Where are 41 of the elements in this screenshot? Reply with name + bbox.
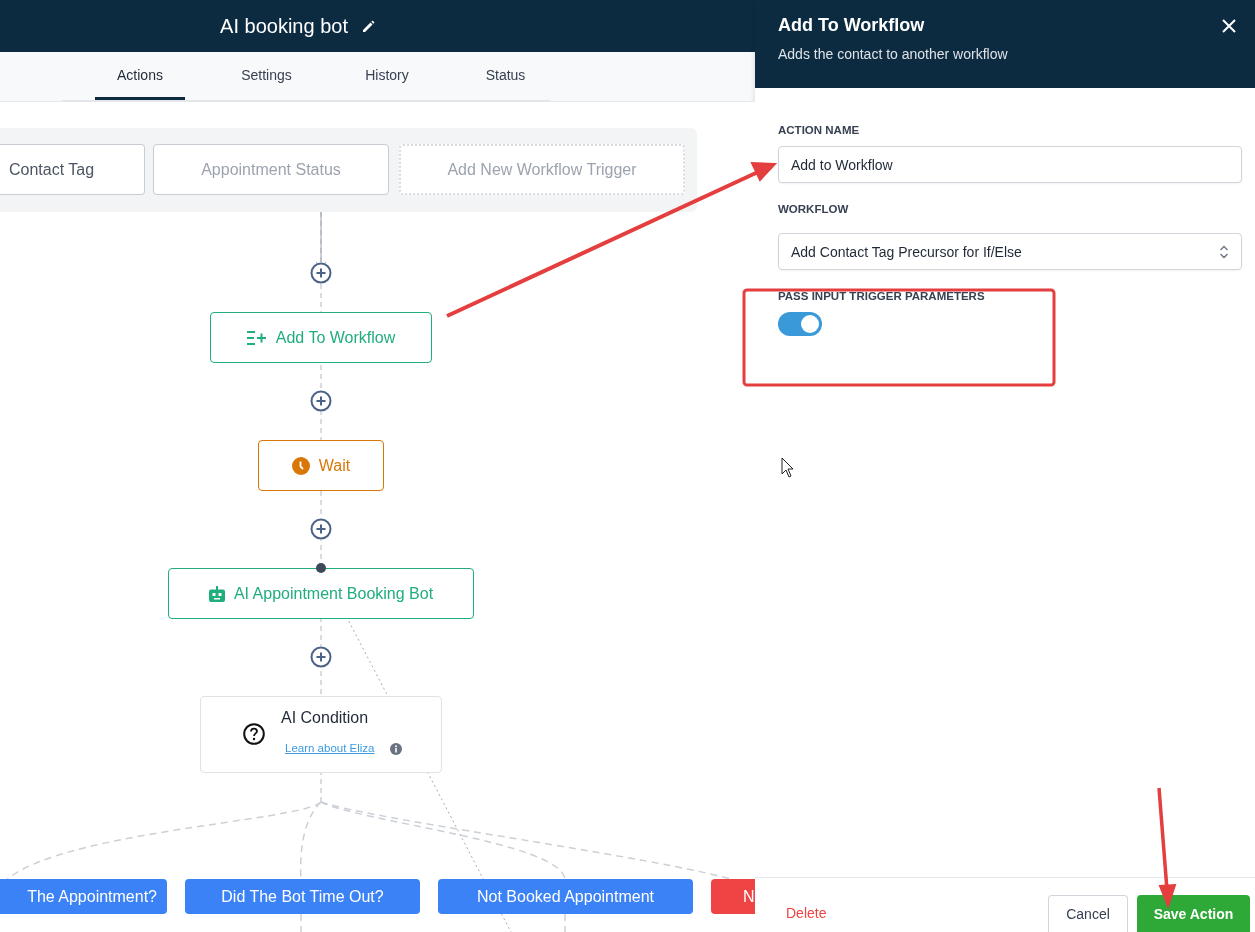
trigger-card[interactable]: Contact Tag — [0, 144, 145, 195]
robot-icon — [208, 585, 225, 602]
cursor-icon — [781, 457, 794, 478]
trigger-card[interactable]: Appointment Status — [153, 144, 389, 195]
tab[interactable]: Settings — [220, 52, 312, 100]
cancel-button[interactable]: Cancel — [1048, 895, 1128, 932]
add-trigger-button[interactable]: Add New Workflow Trigger — [399, 144, 685, 195]
delete-button[interactable]: Delete — [786, 905, 827, 921]
toggle-switch[interactable] — [778, 312, 822, 336]
add-to-workflow-node[interactable]: Add To Workflow — [210, 312, 432, 363]
question-icon — [243, 723, 265, 745]
connection-dot[interactable] — [316, 563, 326, 573]
branch-button[interactable]: Not Booked Appointment — [438, 879, 693, 914]
list-add-icon — [246, 330, 267, 345]
chevron-up-down-icon — [1219, 243, 1229, 260]
info-icon — [390, 743, 402, 755]
branch-button[interactable]: N — [711, 879, 755, 914]
panel-subtitle: Adds the contact to another workflow — [778, 46, 1009, 62]
tab[interactable]: Status — [461, 52, 550, 100]
add-step-button[interactable] — [310, 262, 332, 284]
field-label: ACTION NAME — [778, 124, 861, 136]
edit-icon[interactable] — [361, 19, 375, 33]
bot-node[interactable]: AI Appointment Booking Bot — [168, 568, 474, 619]
learn-link[interactable]: Learn about Eliza — [285, 742, 375, 754]
wait-node[interactable]: Wait — [258, 440, 384, 491]
branch-button[interactable]: The Appointment? — [0, 879, 167, 914]
condition-node[interactable]: AI Condition Learn about Eliza — [200, 696, 442, 773]
panel-title: Add To Workflow — [778, 15, 925, 36]
branch-button[interactable]: Did The Bot Time Out? — [185, 879, 420, 914]
workflow-title: AI booking bot — [220, 14, 348, 38]
add-step-button[interactable] — [310, 646, 332, 668]
workflow-select[interactable]: Add Contact Tag Precursor for If/Else — [778, 233, 1242, 270]
field-label: WORKFLOW — [778, 203, 850, 215]
add-step-button[interactable] — [310, 390, 332, 412]
save-action-button[interactable]: Save Action — [1137, 895, 1250, 932]
add-step-button[interactable] — [310, 518, 332, 540]
tab[interactable]: History — [349, 52, 425, 100]
action-name-field[interactable]: Add to Workflow — [778, 146, 1242, 183]
field-label: PASS INPUT TRIGGER PARAMETERS — [778, 290, 986, 302]
clock-icon — [291, 456, 310, 475]
condition-title: AI Condition — [281, 709, 369, 727]
